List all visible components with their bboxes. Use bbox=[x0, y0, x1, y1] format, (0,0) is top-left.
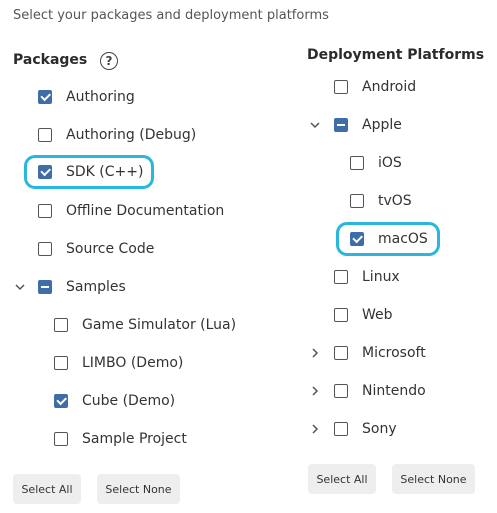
package-label: Samples bbox=[66, 279, 126, 295]
packages-select-none-button[interactable]: Select None bbox=[97, 474, 180, 504]
platform-item-microsoft[interactable]: Microsoft bbox=[334, 342, 426, 364]
package-item-sdk[interactable]: SDK (C++) bbox=[38, 161, 143, 183]
help-icon[interactable]: ? bbox=[100, 52, 118, 70]
checkbox[interactable] bbox=[38, 280, 52, 294]
platform-item-ios[interactable]: iOS bbox=[350, 152, 402, 174]
checkbox[interactable] bbox=[350, 156, 364, 170]
platform-label: Linux bbox=[362, 269, 400, 285]
checkbox[interactable] bbox=[38, 90, 52, 104]
package-item-limbo[interactable]: LIMBO (Demo) bbox=[54, 352, 183, 374]
platform-item-linux[interactable]: Linux bbox=[334, 266, 400, 288]
checkbox[interactable] bbox=[38, 128, 52, 142]
package-item-game-simulator[interactable]: Game Simulator (Lua) bbox=[54, 314, 236, 336]
checkbox[interactable] bbox=[334, 270, 348, 284]
platform-label: Nintendo bbox=[362, 383, 426, 399]
package-item-sample-project[interactable]: Sample Project bbox=[54, 428, 187, 450]
package-item-offline-docs[interactable]: Offline Documentation bbox=[38, 200, 224, 222]
package-label: Game Simulator (Lua) bbox=[82, 317, 237, 333]
platform-label: Web bbox=[362, 307, 393, 323]
checkbox[interactable] bbox=[350, 232, 364, 246]
platform-label: tvOS bbox=[378, 193, 412, 209]
packages-select-all-button[interactable]: Select All bbox=[13, 474, 81, 504]
platform-item-web[interactable]: Web bbox=[334, 304, 393, 326]
platform-label: macOS bbox=[378, 231, 428, 247]
package-label: Offline Documentation bbox=[66, 203, 225, 219]
chevron-down-icon[interactable] bbox=[13, 280, 27, 294]
checkbox[interactable] bbox=[334, 422, 348, 436]
checkbox[interactable] bbox=[334, 118, 348, 132]
package-label: Authoring (Debug) bbox=[66, 127, 197, 143]
chevron-right-icon[interactable] bbox=[308, 346, 322, 360]
package-item-samples[interactable]: Samples bbox=[38, 276, 126, 298]
checkbox[interactable] bbox=[334, 346, 348, 360]
platform-item-sony[interactable]: Sony bbox=[334, 418, 397, 440]
instruction-text: Select your packages and deployment plat… bbox=[13, 8, 329, 23]
platform-item-macos[interactable]: macOS bbox=[350, 228, 428, 250]
checkbox[interactable] bbox=[38, 204, 52, 218]
checkbox[interactable] bbox=[334, 80, 348, 94]
chevron-down-icon[interactable] bbox=[308, 118, 322, 132]
package-label: Cube (Demo) bbox=[82, 393, 176, 409]
package-label: Sample Project bbox=[82, 431, 187, 447]
package-item-source-code[interactable]: Source Code bbox=[38, 238, 154, 260]
platform-label: iOS bbox=[378, 155, 402, 171]
platform-label: Sony bbox=[362, 421, 397, 437]
package-item-cube[interactable]: Cube (Demo) bbox=[54, 390, 175, 412]
packages-header: Packages bbox=[13, 52, 88, 68]
package-item-authoring[interactable]: Authoring bbox=[38, 86, 135, 108]
checkbox[interactable] bbox=[38, 165, 52, 179]
package-label: LIMBO (Demo) bbox=[82, 355, 184, 371]
platform-label: Apple bbox=[362, 117, 402, 133]
checkbox[interactable] bbox=[54, 394, 68, 408]
platforms-header: Deployment Platforms bbox=[307, 47, 485, 63]
checkbox[interactable] bbox=[38, 242, 52, 256]
platform-label: Android bbox=[362, 79, 417, 95]
package-item-authoring-debug[interactable]: Authoring (Debug) bbox=[38, 124, 196, 146]
platforms-select-all-button[interactable]: Select All bbox=[308, 464, 376, 494]
platform-label: Microsoft bbox=[362, 345, 426, 361]
platform-item-tvos[interactable]: tvOS bbox=[350, 190, 412, 212]
package-label: Authoring bbox=[66, 89, 135, 105]
checkbox[interactable] bbox=[350, 194, 364, 208]
checkbox[interactable] bbox=[54, 356, 68, 370]
checkbox[interactable] bbox=[334, 308, 348, 322]
platform-item-nintendo[interactable]: Nintendo bbox=[334, 380, 426, 402]
checkbox[interactable] bbox=[334, 384, 348, 398]
platform-item-android[interactable]: Android bbox=[334, 76, 416, 98]
chevron-right-icon[interactable] bbox=[308, 422, 322, 436]
checkbox[interactable] bbox=[54, 318, 68, 332]
platform-item-apple[interactable]: Apple bbox=[334, 114, 402, 136]
package-label: Source Code bbox=[66, 241, 155, 257]
chevron-right-icon[interactable] bbox=[308, 384, 322, 398]
package-label: SDK (C++) bbox=[66, 164, 144, 180]
platforms-select-none-button[interactable]: Select None bbox=[392, 464, 475, 494]
checkbox[interactable] bbox=[54, 432, 68, 446]
